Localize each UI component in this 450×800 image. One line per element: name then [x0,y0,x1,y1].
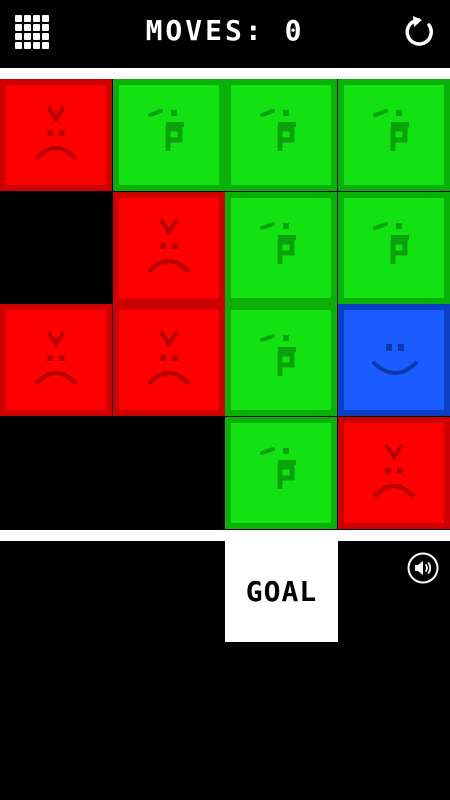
tile-green-tongue[interactable] [225,416,337,529]
tile-red-sad[interactable] [112,191,225,304]
tile-green-tongue[interactable] [225,304,337,416]
tile-face-icon [337,304,450,416]
tile-face-icon [225,191,337,304]
tile-face-icon [0,304,112,416]
board-bottom-rail [0,530,450,541]
tile-green-tongue[interactable] [225,79,337,191]
goal-zone: GOAL [225,541,338,642]
tile-blue-smile[interactable] [337,304,450,416]
moves-counter: MOVES: 0 [145,14,305,47]
tile-red-sad[interactable] [112,304,225,416]
restart-icon[interactable] [402,15,436,49]
tile-green-tongue[interactable] [337,79,450,191]
tile-green-tongue[interactable] [112,79,225,191]
sound-on-icon[interactable] [407,552,439,584]
tile-face-icon [337,79,450,191]
board-top-rail [0,68,450,79]
puzzle-board [0,79,450,530]
tile-red-sad[interactable] [337,416,450,529]
tile-green-tongue[interactable] [225,191,337,304]
top-bar: MOVES: 0 [0,0,450,68]
tile-face-icon [337,416,450,529]
tile-red-sad[interactable] [0,304,112,416]
tile-green-tongue[interactable] [337,191,450,304]
tile-face-icon [112,191,225,304]
tile-face-icon [225,79,337,191]
tile-face-icon [112,304,225,416]
tile-face-icon [0,79,112,191]
tile-face-icon [225,304,337,416]
tile-red-sad[interactable] [0,79,112,191]
tile-face-icon [225,416,337,529]
tile-face-icon [337,191,450,304]
tile-face-icon [112,79,225,191]
